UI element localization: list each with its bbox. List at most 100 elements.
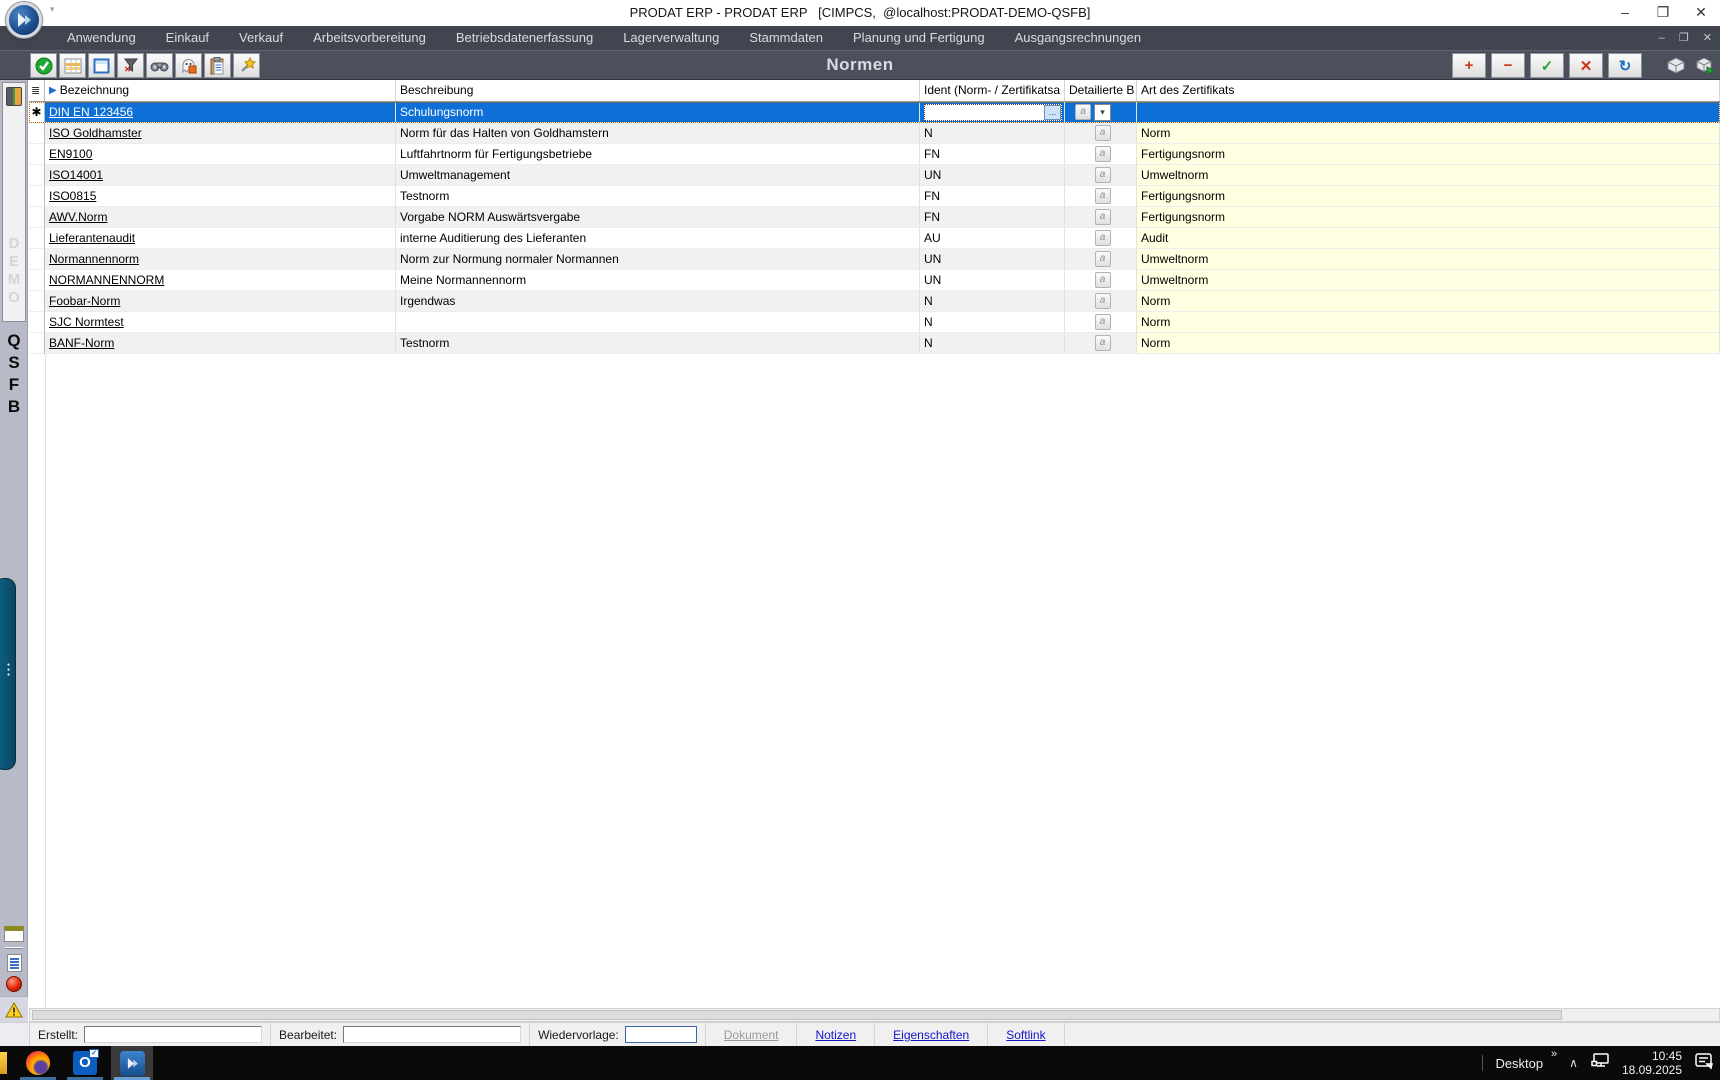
cell-ident[interactable]: FN — [920, 207, 1065, 228]
detail-text-button[interactable]: a — [1095, 293, 1111, 309]
horizontal-scrollbar[interactable] — [29, 1008, 1720, 1022]
cell-ident[interactable]: FN — [920, 144, 1065, 165]
table-row[interactable]: SJC NormtestNaNorm — [29, 312, 1720, 333]
bearbeitet-field[interactable] — [343, 1026, 521, 1043]
detail-text-button[interactable]: a — [1095, 314, 1111, 330]
wizard-button[interactable] — [233, 53, 260, 78]
menu-item-8[interactable]: Planung und Fertigung — [838, 26, 1000, 50]
cell-beschreibung[interactable]: Umweltmanagement — [396, 165, 920, 186]
window-preview-button[interactable] — [3, 926, 25, 942]
mdi-close-button[interactable]: ✕ — [1703, 26, 1712, 50]
add-row-button[interactable]: + — [1452, 53, 1486, 78]
detail-text-button[interactable]: a — [1095, 167, 1111, 183]
horizontal-scrollbar-thumb[interactable] — [32, 1010, 1562, 1020]
cell-art[interactable]: Umweltnorm — [1137, 249, 1720, 270]
cell-ident[interactable]: AU — [920, 228, 1065, 249]
table-row[interactable]: ISO GoldhamsterNorm für das Halten von G… — [29, 123, 1720, 144]
table-row[interactable]: NORMANNENNORMMeine NormannennormUNaUmwel… — [29, 270, 1720, 291]
ident-browse-button[interactable]: ... — [1044, 105, 1061, 120]
bezeichnung-link[interactable]: ISO Goldhamster — [49, 123, 142, 143]
cell-detailierte[interactable]: a▾ — [1065, 102, 1137, 123]
search-button[interactable] — [146, 53, 173, 78]
form-view-button[interactable] — [88, 53, 115, 78]
cell-detailierte[interactable]: a — [1065, 291, 1137, 312]
folder-taskbar-icon[interactable] — [0, 1052, 7, 1074]
detail-text-button[interactable]: a — [1095, 209, 1111, 225]
cell-beschreibung[interactable]: Irgendwas — [396, 291, 920, 312]
desktop-toolbar[interactable]: Desktop » — [1495, 1056, 1557, 1071]
delete-row-button[interactable]: − — [1491, 53, 1525, 78]
cell-ident[interactable]: ... — [920, 102, 1065, 123]
cell-beschreibung[interactable]: Meine Normannennorm — [396, 270, 920, 291]
detail-text-button[interactable]: a — [1095, 272, 1111, 288]
cell-ident[interactable]: FN — [920, 186, 1065, 207]
cell-art[interactable]: Norm — [1137, 333, 1720, 354]
dokument-link[interactable]: Dokument — [714, 1028, 789, 1042]
cell-beschreibung[interactable]: Schulungsnorm — [396, 102, 920, 123]
detail-text-button[interactable]: a — [1095, 230, 1111, 246]
table-row[interactable]: EN9100Luftfahrtnorm für Fertigungsbetrie… — [29, 144, 1720, 165]
collapsed-panel-handle[interactable]: ●●● — [0, 578, 16, 770]
refresh-button[interactable]: ↻ — [1608, 53, 1642, 78]
row-marker[interactable] — [29, 228, 45, 249]
menu-item-1[interactable]: Anwendung — [52, 26, 151, 50]
cell-detailierte[interactable]: a — [1065, 207, 1137, 228]
menu-item-6[interactable]: Lagerverwaltung — [608, 26, 734, 50]
restore-button[interactable]: ❐ — [1644, 0, 1682, 26]
row-marker[interactable] — [29, 165, 45, 186]
cell-art[interactable]: Norm — [1137, 123, 1720, 144]
detail-text-button[interactable]: a — [1095, 146, 1111, 162]
cell-ident[interactable]: N — [920, 123, 1065, 144]
table-row[interactable]: ISO14001UmweltmanagementUNaUmweltnorm — [29, 165, 1720, 186]
menu-item-2[interactable]: Einkauf — [151, 26, 224, 50]
prodat-taskbar-button[interactable] — [111, 1046, 153, 1080]
cell-detailierte[interactable]: a — [1065, 186, 1137, 207]
ident-edit-input[interactable]: ... — [924, 104, 1062, 121]
table-row[interactable]: Foobar-NormIrgendwasNaNorm — [29, 291, 1720, 312]
column-header-ident[interactable]: Ident (Norm- / Zertifikatsa — [920, 80, 1065, 101]
cube-button[interactable] — [1663, 53, 1689, 78]
cell-art[interactable]: Fertigungsnorm — [1137, 144, 1720, 165]
column-header-beschreibung[interactable]: Beschreibung — [396, 80, 920, 101]
ghost-button[interactable] — [175, 53, 202, 78]
bezeichnung-link[interactable]: BANF-Norm — [49, 333, 114, 353]
notizen-link[interactable]: Notizen — [805, 1028, 866, 1042]
detail-text-button[interactable]: a — [1095, 251, 1111, 267]
grid-view-button[interactable] — [59, 53, 86, 78]
bezeichnung-link[interactable]: EN9100 — [49, 144, 92, 164]
row-marker[interactable] — [29, 186, 45, 207]
cell-detailierte[interactable]: a — [1065, 270, 1137, 291]
quick-access-icon[interactable]: ▾ — [50, 4, 55, 15]
row-marker[interactable] — [29, 123, 45, 144]
bezeichnung-link[interactable]: AWV.Norm — [49, 207, 107, 227]
table-row[interactable]: BANF-NormTestnormNaNorm — [29, 333, 1720, 354]
bezeichnung-link[interactable]: DIN EN 123456 — [49, 102, 133, 122]
tray-expand-icon[interactable]: ∧ — [1569, 1056, 1578, 1070]
close-button[interactable]: ✕ — [1682, 0, 1720, 26]
remove-filter-button[interactable]: ✕ — [117, 53, 144, 78]
cell-detailierte[interactable]: a — [1065, 165, 1137, 186]
notebook-icon[interactable] — [6, 87, 22, 106]
cell-ident[interactable]: UN — [920, 270, 1065, 291]
cell-detailierte[interactable]: a — [1065, 144, 1137, 165]
cell-ident[interactable]: UN — [920, 165, 1065, 186]
row-selector-header[interactable]: ≣ — [29, 80, 45, 101]
cell-detailierte[interactable]: a — [1065, 333, 1137, 354]
menu-item-5[interactable]: Betriebsdatenerfassung — [441, 26, 608, 50]
cell-beschreibung[interactable]: Vorgabe NORM Auswärtsvergabe — [396, 207, 920, 228]
wiedervorlage-field[interactable] — [625, 1026, 697, 1043]
row-marker[interactable] — [29, 333, 45, 354]
notification-center-icon[interactable] — [1694, 1052, 1714, 1075]
bezeichnung-link[interactable]: ISO14001 — [49, 165, 103, 185]
bezeichnung-link[interactable]: SJC Normtest — [49, 312, 124, 332]
tray-clock[interactable]: 10:45 18.09.2025 — [1622, 1049, 1682, 1077]
cell-beschreibung[interactable]: Testnorm — [396, 333, 920, 354]
cell-detailierte[interactable]: a — [1065, 123, 1137, 144]
detail-dropdown-button[interactable]: ▾ — [1094, 104, 1111, 121]
cell-art[interactable]: Fertigungsnorm — [1137, 207, 1720, 228]
cell-detailierte[interactable]: a — [1065, 228, 1137, 249]
cell-ident[interactable]: N — [920, 291, 1065, 312]
menu-item-4[interactable]: Arbeitsvorbereitung — [298, 26, 441, 50]
detail-text-button[interactable]: a — [1095, 188, 1111, 204]
row-marker[interactable] — [29, 291, 45, 312]
